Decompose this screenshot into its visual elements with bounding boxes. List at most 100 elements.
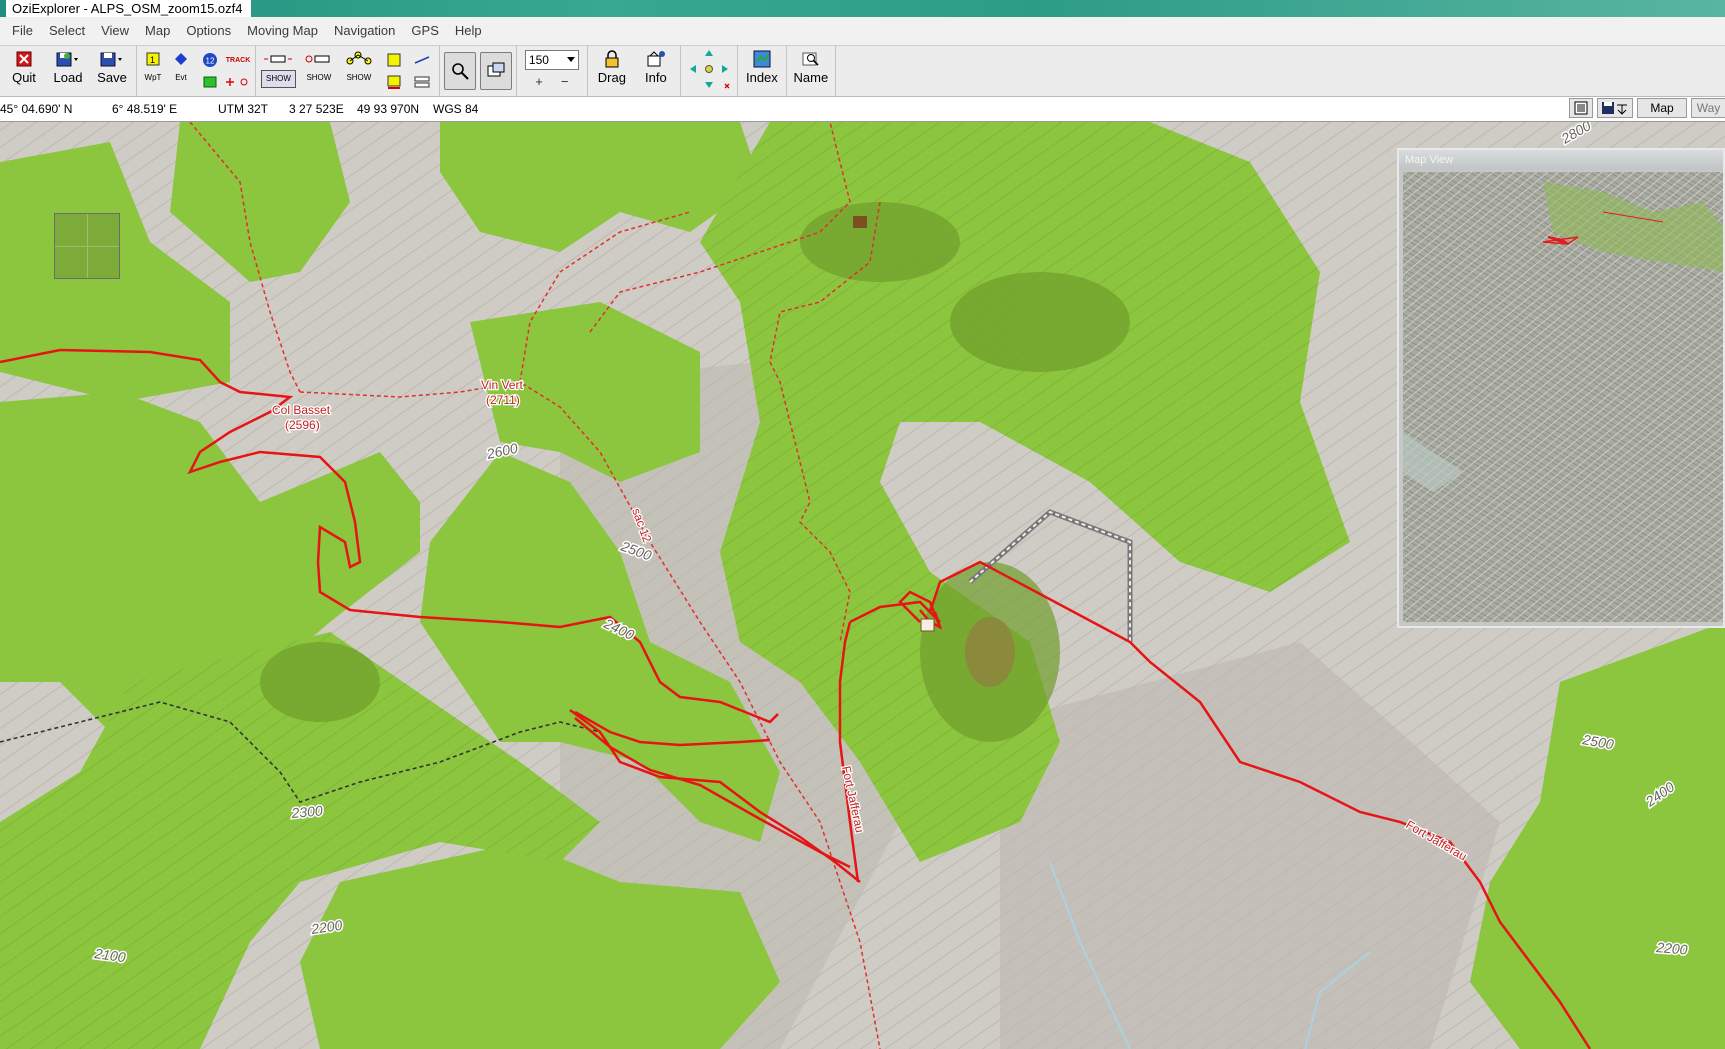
show-events-label: SHOW [306,73,332,82]
save-button[interactable]: Save [90,46,134,96]
show-events-button[interactable]: SHOW [299,46,339,96]
waypoint-group: 1 WpT Evt 12 TRACK [137,46,256,96]
index-button[interactable]: Index [740,46,784,96]
forest-clearing [965,617,1015,687]
menu-gps[interactable]: GPS [403,17,446,45]
svg-text:12: 12 [206,57,215,66]
map-layer-button-2[interactable] [410,50,434,70]
pan-group [681,46,738,96]
drag-label: Drag [597,70,626,85]
file-group: Quit Load Save [0,46,137,96]
track-point-button[interactable] [226,72,250,92]
load-label: Load [53,70,83,85]
map-view-toggle-button[interactable] [479,52,512,90]
window-title: OziExplorer - ALPS_OSM_zoom15.ozf4 [6,0,251,17]
vin-vert-elev-label: (2711) [486,393,520,407]
track-button[interactable]: TRACK [225,50,251,70]
status-utm-zone: UTM 32T [218,102,269,116]
hut-marker [853,216,867,228]
show-waypoints-icon [264,55,293,63]
col-basset-elev-label: (2596) [285,418,320,432]
show-events-icon [305,55,330,63]
menu-select[interactable]: Select [41,17,93,45]
menu-bar: File Select View Map Options Moving Map … [0,17,1725,46]
map-feature-icon [203,76,217,87]
name-search-icon [802,52,819,66]
show-routes-button[interactable]: SHOW [339,46,379,96]
quit-button[interactable]: Quit [2,46,46,96]
quit-label: Quit [12,70,36,85]
zoom-value: 150 [528,53,549,67]
index-group: Index [738,46,787,96]
zoom-in-icon[interactable]: + [535,74,543,89]
navigation-grid[interactable] [54,213,120,279]
menu-map[interactable]: Map [137,17,178,45]
track-tools: 12 TRACK [195,46,253,96]
drag-info-group: Drag Info [588,46,681,96]
status-datum: WGS 84 [433,102,479,116]
name-button[interactable]: Name [789,46,833,96]
event-button[interactable]: Evt [167,46,195,96]
line-icon [414,56,430,64]
map-view-overview[interactable] [1403,172,1723,622]
way-tab-button[interactable]: Way [1691,98,1725,118]
status-northing: 49 93 970N [357,102,420,116]
status-easting: 3 27 523E [289,102,344,116]
show-routes-label: SHOW [346,73,372,82]
menu-file[interactable]: File [0,17,41,45]
map-index-icon [753,50,771,68]
status-buttons: Map Way [1569,98,1725,118]
save-icon [100,52,122,67]
track-label: TRACK [225,56,251,64]
info-label: Info [645,70,667,85]
disk-arrow-icon [1602,102,1627,115]
pan-button[interactable] [683,46,735,96]
quit-icon [16,51,32,67]
map-layer-button-1[interactable] [382,50,406,70]
show-routes-icon [346,51,372,65]
show-waypoints-button[interactable]: SHOW [258,46,299,96]
map-layer-button-4[interactable] [410,72,434,92]
save-image-button[interactable] [1597,98,1633,118]
map-view-title: Map View [1399,150,1723,170]
waypoint-button[interactable]: 1 WpT [139,46,167,96]
save-label: Save [97,70,127,85]
map-layer-button-3[interactable] [382,72,406,92]
find-button[interactable] [443,52,476,90]
load-icon [56,52,78,67]
map-feature-button[interactable] [198,72,222,92]
contour-label: 2300 [290,802,324,821]
status-bar: 45° 04.690' N 6° 48.519' E UTM 32T 3 27 … [0,97,1725,122]
menu-options[interactable]: Options [178,17,239,45]
window-overlay-icon [487,62,505,77]
zoom-group: 150 + − [517,46,588,96]
map-view-panel[interactable]: Map View [1397,148,1725,628]
route-button[interactable]: 12 [198,50,222,70]
name-group: Name [787,46,836,96]
title-bar: OziExplorer - ALPS_OSM_zoom15.ozf4 [0,0,1725,17]
drag-button[interactable]: Drag [590,46,634,96]
load-button[interactable]: Load [46,46,90,96]
vin-vert-label: Vin Vert [481,378,523,392]
zoom-out-icon[interactable]: − [561,74,569,89]
menu-view[interactable]: View [93,17,137,45]
lock-icon [605,50,619,68]
event-icon [175,53,187,65]
menu-navigation[interactable]: Navigation [326,17,403,45]
waypoint-icon: 1 [146,52,160,66]
contour-label: 2200 [1655,939,1689,958]
print-map-button[interactable] [1569,98,1593,118]
menu-help[interactable]: Help [447,17,490,45]
menu-moving-map[interactable]: Moving Map [239,17,326,45]
print-icon [1574,101,1588,115]
route-number-icon: 12 [203,53,217,67]
map-canvas[interactable]: Col Basset (2596) Vin Vert (2711) sac 12… [0,122,1725,1049]
map-tab-button[interactable]: Map [1637,98,1687,118]
info-button[interactable]: Info [634,46,678,96]
map-layer-icon [414,76,430,87]
index-label: Index [745,70,778,85]
map-layer-tools [379,46,437,96]
svg-text:1: 1 [150,55,155,65]
zoom-select[interactable]: 150 [524,50,579,70]
map-print-icon [387,75,401,89]
